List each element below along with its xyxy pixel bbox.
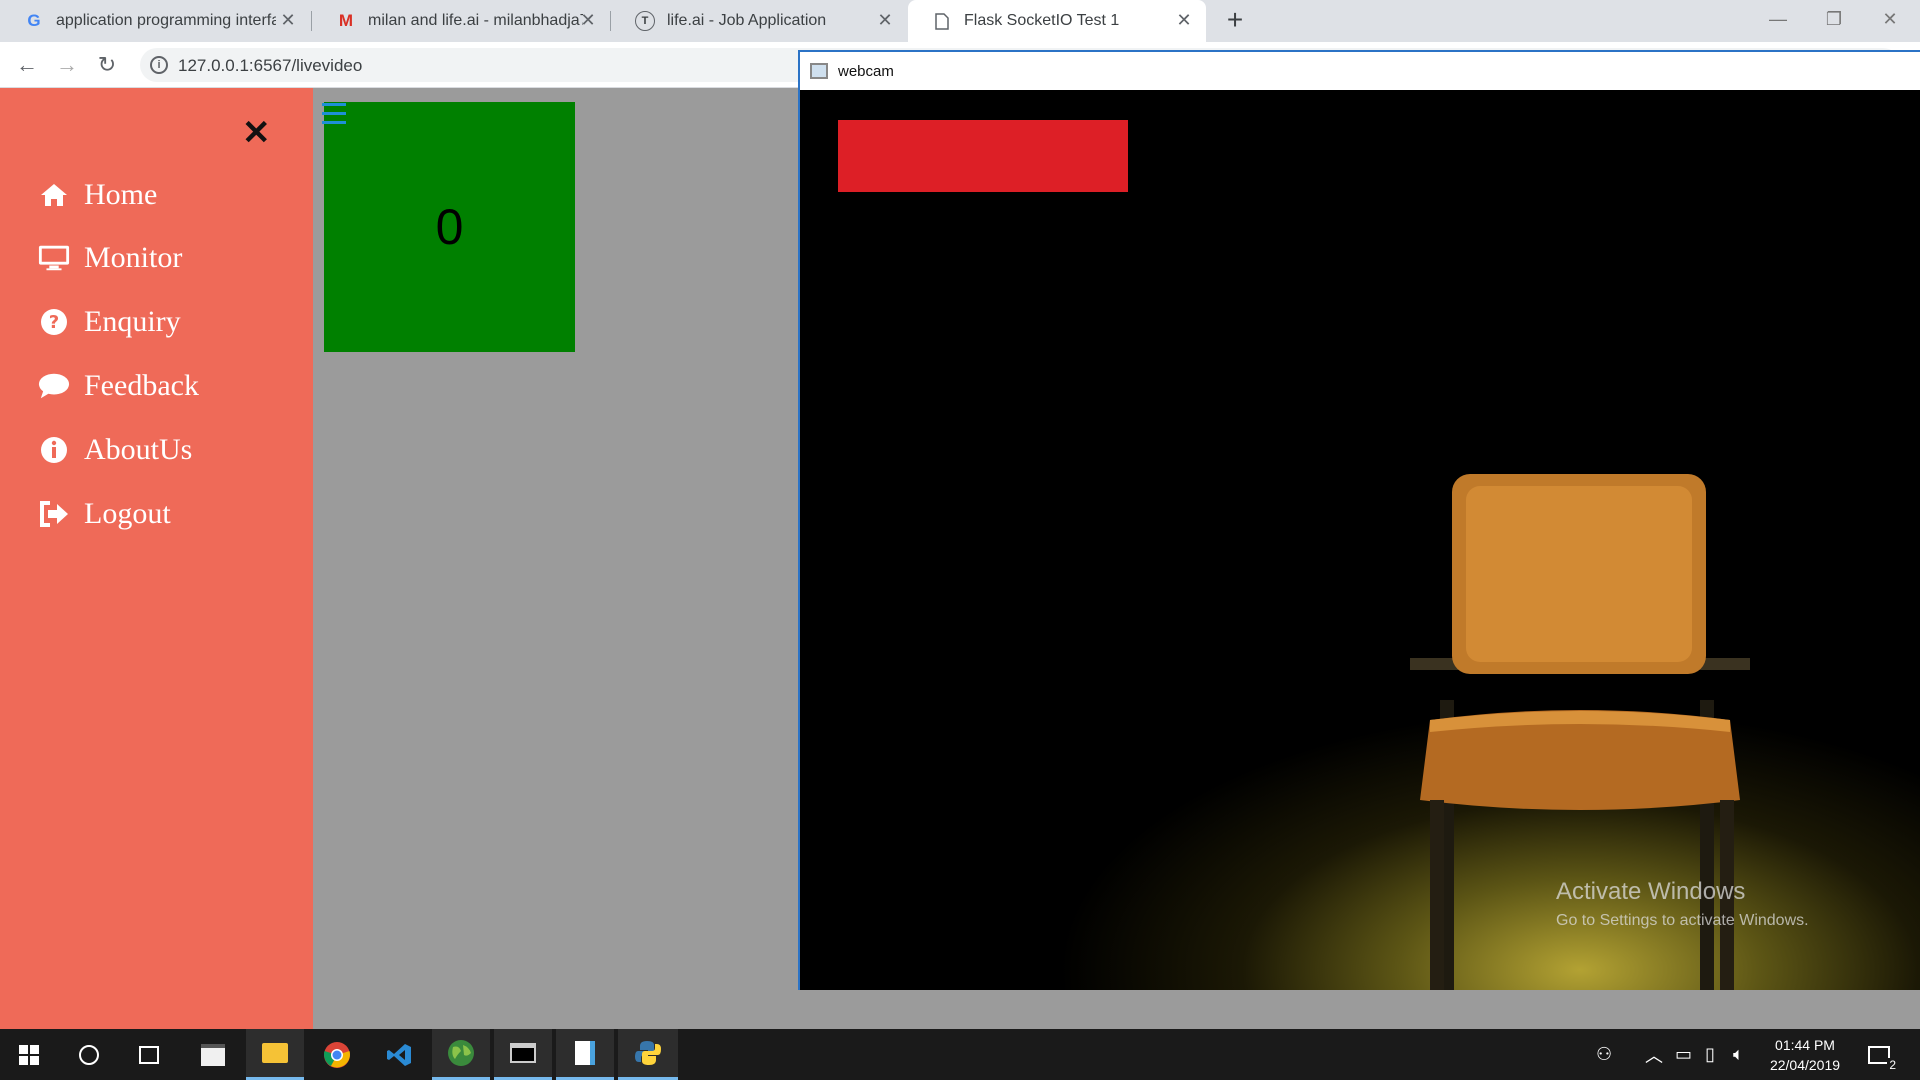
monitor-icon <box>38 242 70 274</box>
windows-logo-icon <box>19 1044 39 1065</box>
close-window-button[interactable]: ✕ <box>1862 0 1918 38</box>
network-icon[interactable]: ▭ <box>1675 1029 1692 1080</box>
reload-button[interactable]: ↻ <box>92 50 122 80</box>
show-hidden-icons[interactable]: ︿ <box>1645 1029 1663 1080</box>
sidebar-item-feedback[interactable]: Feedback <box>38 369 199 403</box>
sidebar-nav: ✕ Home Monitor ? Enquiry Feedback AboutU… <box>0 88 313 1029</box>
webcam-window-title: webcam <box>838 62 894 80</box>
taskbar-file-explorer[interactable] <box>246 1029 304 1080</box>
gmail-icon: M <box>338 11 354 30</box>
tab-close-icon[interactable]: ✕ <box>875 10 895 30</box>
browser-tab-3[interactable]: Flask SocketIO Test 1 ✕ <box>908 0 1206 42</box>
terminal-icon <box>510 1043 536 1063</box>
sidebar-item-label: Monitor <box>84 241 183 274</box>
store-icon <box>201 1043 225 1066</box>
taskbar-vscode[interactable] <box>370 1029 428 1080</box>
document-icon <box>932 11 952 31</box>
svg-text:?: ? <box>49 312 59 333</box>
taskbar-python[interactable] <box>618 1029 678 1080</box>
overlay-red-box <box>838 120 1128 192</box>
windows-taskbar: ⚇ ︿ ▭ ▯ 🔈︎ 01:44 PM 22/04/2019 2 <box>0 1029 1920 1080</box>
browser-tab-0[interactable]: G application programming interfa ✕ <box>0 0 310 42</box>
volume-icon[interactable]: 🔈︎ <box>1733 1029 1744 1080</box>
sidebar-item-label: Logout <box>84 497 171 530</box>
tab-close-icon[interactable]: ✕ <box>578 10 598 30</box>
webcam-titlebar[interactable]: webcam <box>800 52 1920 90</box>
start-button[interactable] <box>0 1029 58 1080</box>
sidebar-item-label: AboutUs <box>84 433 193 466</box>
taskbar-clock[interactable]: 01:44 PM 22/04/2019 <box>1760 1035 1850 1075</box>
battery-icon[interactable]: ▯ <box>1705 1029 1715 1080</box>
restore-button[interactable]: ❐ <box>1806 0 1862 38</box>
info-circle-icon <box>38 434 70 466</box>
taskbar-store[interactable] <box>184 1029 242 1080</box>
task-view-button[interactable] <box>120 1029 178 1080</box>
clock-time: 01:44 PM <box>1775 1037 1835 1053</box>
python-icon <box>635 1041 661 1065</box>
tab-title: application programming interfa <box>56 12 276 29</box>
sidebar-item-logout[interactable]: Logout <box>38 497 171 531</box>
sidebar-item-aboutus[interactable]: AboutUs <box>38 433 192 467</box>
chrome-icon <box>324 1041 350 1068</box>
tab-close-icon[interactable]: ✕ <box>1174 10 1194 30</box>
watermark-line-2: Go to Settings to activate Windows. <box>1556 912 1809 929</box>
globe-icon <box>448 1040 474 1066</box>
new-tab-button[interactable]: + <box>1220 6 1250 36</box>
info-icon[interactable]: i <box>150 56 168 74</box>
notification-icon: 2 <box>1868 1045 1898 1072</box>
activate-windows-watermark: Activate Windows Go to Settings to activ… <box>1556 878 1809 930</box>
tab-close-icon[interactable]: ✕ <box>278 10 298 30</box>
sidebar-item-monitor[interactable]: Monitor <box>38 241 182 275</box>
webcam-feed: Activate Windows Go to Settings to activ… <box>800 90 1920 990</box>
counter-box: 0 <box>324 102 575 352</box>
vscode-icon <box>387 1043 411 1066</box>
notepad-icon <box>575 1041 595 1065</box>
task-view-icon <box>139 1045 159 1064</box>
people-icon[interactable]: ⚇ <box>1596 1029 1612 1080</box>
taskbar-chrome[interactable] <box>308 1029 366 1080</box>
taskbar-notepad[interactable] <box>556 1029 614 1080</box>
counter-value: 0 <box>435 199 464 255</box>
sidebar-item-label: Feedback <box>84 369 199 402</box>
hamburger-menu-icon[interactable] <box>322 103 346 125</box>
forward-button[interactable]: → <box>52 50 82 80</box>
sidebar-item-label: Enquiry <box>84 305 181 338</box>
window-app-icon <box>810 63 828 79</box>
clock-date: 22/04/2019 <box>1769 1057 1841 1073</box>
tab-title: life.ai - Job Application <box>667 12 827 29</box>
browser-tab-strip: G application programming interfa ✕ M mi… <box>0 0 1920 42</box>
cortana-circle-icon <box>79 1044 99 1065</box>
comment-icon <box>38 370 70 402</box>
search-button[interactable] <box>60 1029 118 1080</box>
taskbar-terminal[interactable] <box>494 1029 552 1080</box>
sidebar-item-label: Home <box>84 178 158 211</box>
google-g-icon: G <box>27 11 41 30</box>
sidebar-item-enquiry[interactable]: ? Enquiry <box>38 305 181 339</box>
minimize-button[interactable]: — <box>1750 0 1806 38</box>
question-circle-icon: ? <box>38 306 70 338</box>
close-sidebar-icon[interactable]: ✕ <box>242 116 271 150</box>
watermark-line-1: Activate Windows <box>1556 878 1746 905</box>
folder-icon <box>262 1043 288 1063</box>
back-button[interactable]: ← <box>12 50 42 80</box>
url-text: 127.0.0.1:6567/livevideo <box>178 56 363 75</box>
sign-out-icon <box>38 498 70 530</box>
sidebar-item-home[interactable]: Home <box>38 178 157 212</box>
tab-title: Flask SocketIO Test 1 <box>964 12 1120 29</box>
letter-t-icon: T <box>635 11 655 31</box>
notification-count: 2 <box>1887 1057 1898 1072</box>
taskbar-globe-app[interactable] <box>432 1029 490 1080</box>
webcam-window: webcam Activate Windows Go to Settings t… <box>798 50 1920 990</box>
home-icon <box>38 179 70 211</box>
action-center-button[interactable]: 2 <box>1868 1029 1898 1080</box>
browser-tab-2[interactable]: T life.ai - Job Application ✕ <box>611 0 907 42</box>
tab-title: milan and life.ai - milanbhadja79 <box>368 12 583 29</box>
browser-tab-1[interactable]: M milan and life.ai - milanbhadja79 ✕ <box>312 0 610 42</box>
